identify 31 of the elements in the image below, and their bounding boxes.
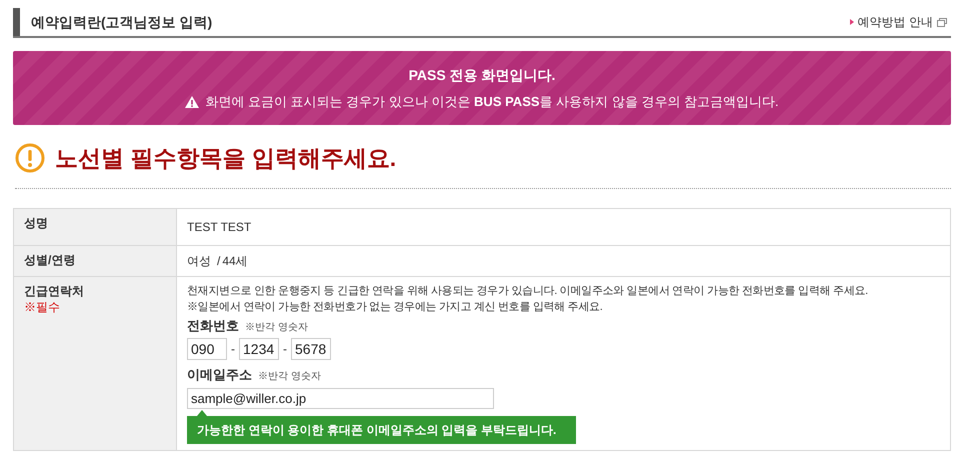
email-hint: ※반각 영숫자 — [258, 370, 321, 384]
dash: - — [283, 341, 287, 358]
contact-note: ※일본에서 연락이 가능한 전화번호가 없는 경우에는 가지고 계신 번호를 입력해 주세요. — [187, 300, 604, 314]
banner-title: PASS 전용 화면입니다. — [408, 66, 556, 85]
banner-note: 화면에 요금이 표시되는 경우가 있으나 이것은 BUS PASS를 사용하지 않을 경우의 참고금액입니다. — [205, 92, 779, 111]
phone-input[interactable]: 5678 — [291, 338, 331, 360]
phone-input[interactable]: 090 — [187, 338, 227, 360]
field-label: 성명 — [24, 214, 49, 230]
bullet-icon — [850, 19, 854, 25]
email-label: 이메일주소 — [187, 366, 252, 384]
age-value: 44세 — [222, 252, 248, 268]
guide-link[interactable]: 예약방법 안내 — [850, 13, 947, 31]
required-mark: ※필수 — [24, 298, 61, 314]
gender-value: 여성 — [187, 252, 211, 268]
section-title: 예약입력란(고객님정보 입력) — [31, 12, 212, 32]
name-value: TEST TEST — [187, 220, 252, 234]
email-input[interactable]: sample@willer.co.jp — [187, 388, 494, 408]
header-accent — [13, 8, 20, 36]
tooltip-arrow-icon — [197, 410, 207, 416]
phone-hint: ※반각 영숫자 — [245, 320, 308, 334]
field-label: 성별/연령 — [24, 252, 76, 268]
dash: - — [231, 341, 235, 358]
phone-label: 전화번호 — [187, 316, 239, 334]
exclamation-icon — [15, 143, 45, 174]
contact-description: 천재지변으로 인한 운행중지 등 긴급한 연락을 위해 사용되는 경우가 있습니다. 이메일주소와 일본에서 연락이 가능한 전화번호를 입력해 주세요. — [187, 284, 869, 298]
new-window-icon — [937, 18, 947, 26]
field-label: 긴급연락처 — [24, 282, 85, 298]
warning-icon — [185, 96, 200, 108]
notice-heading: 노선별 필수항목을 입력해주세요. — [55, 144, 396, 173]
separator: / — [217, 252, 220, 268]
phone-input[interactable]: 1234 — [239, 338, 279, 360]
